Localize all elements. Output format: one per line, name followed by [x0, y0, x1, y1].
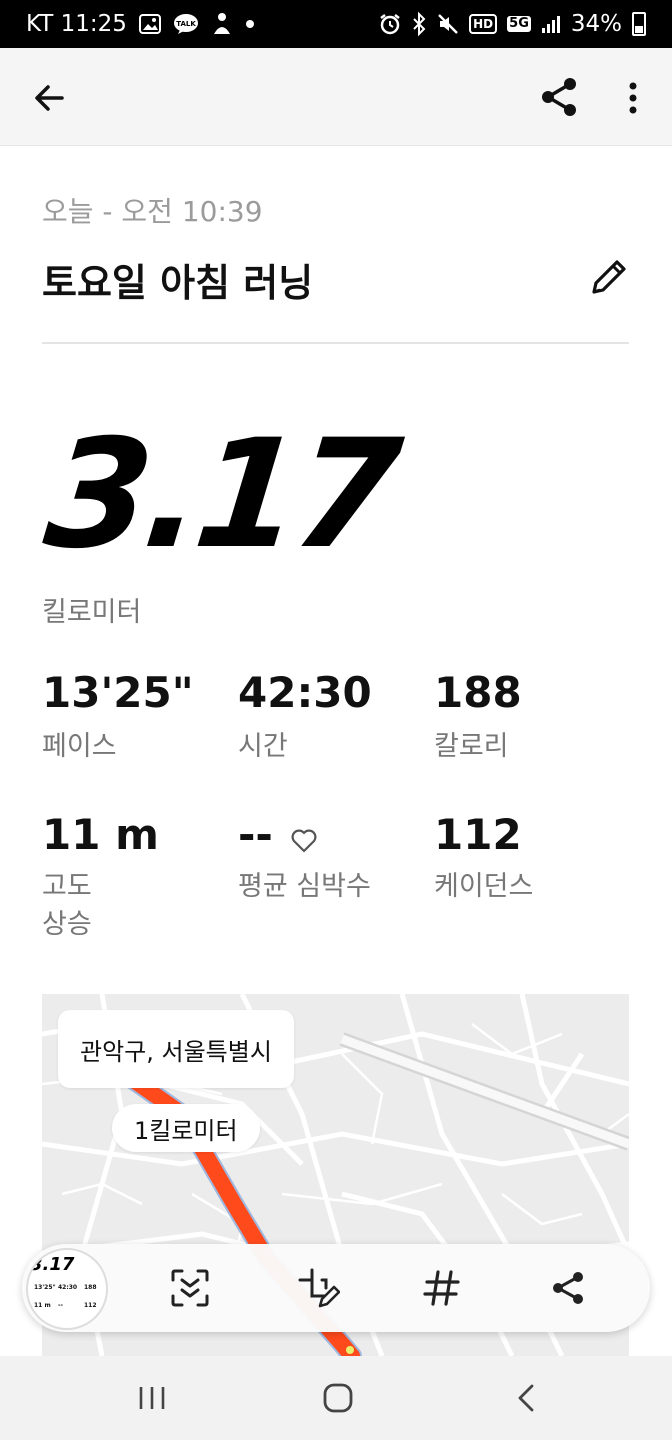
hd-icon: HD [469, 14, 498, 34]
dot-icon [245, 19, 255, 29]
share-icon[interactable] [542, 1262, 594, 1314]
edit-pencil-icon[interactable] [586, 254, 632, 300]
alarm-icon [379, 13, 401, 35]
carrier-time: KT 11:25 [26, 11, 127, 37]
scan-icon[interactable] [164, 1262, 216, 1314]
stat-heart-rate-label: 평균 심박수 [238, 871, 371, 902]
thumb-distance: 3.17 [30, 1254, 75, 1275]
thumb-stat: 42:30 [58, 1284, 78, 1291]
screenshot-toolbar: 3.17 13'25" 42:30 188 11 m -- 112 [22, 1244, 650, 1332]
status-bar: KT 11:25 TALK HD 5G 34% [0, 0, 672, 48]
kakaotalk-icon: TALK [173, 13, 199, 35]
stat-elevation-label: 고도 상승 [42, 871, 92, 940]
back-icon[interactable] [502, 1376, 550, 1420]
heart-icon [290, 828, 318, 854]
recents-icon[interactable] [128, 1376, 176, 1420]
system-nav-bar [0, 1356, 672, 1440]
route-end-marker [346, 1346, 354, 1354]
divider [42, 342, 629, 344]
signal-icon [541, 14, 561, 34]
svg-text:TALK: TALK [176, 20, 196, 28]
km-marker-chip: 1킬로미터 [112, 1104, 260, 1152]
thumb-stat: 112 [84, 1302, 97, 1309]
activity-title: 토요일 아침 러닝 [42, 261, 314, 305]
stat-time-value: 42:30 [238, 668, 372, 717]
battery-icon [632, 12, 646, 36]
5g-icon: 5G [507, 16, 531, 32]
stat-calories-value: 188 [434, 668, 522, 717]
thumb-stat: 188 [84, 1284, 97, 1291]
gallery-icon [138, 14, 161, 34]
activity-date: 오늘 - 오전 10:39 [42, 195, 263, 228]
distance-value: 3.17 [38, 408, 403, 582]
location-chip: 관악구, 서울특별시 [58, 1010, 294, 1088]
stat-cadence-value: 112 [434, 810, 522, 859]
screenshot-thumbnail[interactable]: 3.17 13'25" 42:30 188 11 m -- 112 [26, 1248, 108, 1330]
bluetooth-icon [411, 12, 427, 36]
mute-icon [437, 13, 459, 35]
hashtag-icon[interactable] [416, 1262, 468, 1314]
thumb-stat: -- [58, 1302, 63, 1309]
app-bar [0, 48, 672, 146]
thumb-stat: 13'25" [34, 1284, 56, 1291]
share-icon[interactable] [536, 74, 582, 120]
stat-time-label: 시간 [238, 731, 288, 762]
stat-elevation-value: 11 m [42, 810, 159, 859]
thumb-stat: 11 m [34, 1302, 51, 1309]
location-label: 관악구, 서울특별시 [80, 1037, 272, 1066]
home-icon[interactable] [314, 1376, 362, 1420]
distance-unit: 킬로미터 [42, 597, 142, 628]
stat-cadence-label: 케이던스 [434, 871, 534, 902]
more-vert-icon[interactable] [616, 76, 650, 120]
stat-pace-value: 13'25" [42, 668, 194, 717]
app-notification-icon [211, 12, 233, 36]
back-arrow-icon[interactable] [28, 76, 72, 120]
stat-pace-label: 페이스 [42, 731, 117, 762]
km-marker-label: 1킬로미터 [134, 1116, 238, 1145]
edit-screenshot-icon[interactable] [292, 1262, 344, 1314]
stat-heart-rate-value: -- [238, 810, 273, 859]
battery-percent: 34% [570, 11, 622, 37]
stat-calories-label: 칼로리 [434, 731, 509, 762]
